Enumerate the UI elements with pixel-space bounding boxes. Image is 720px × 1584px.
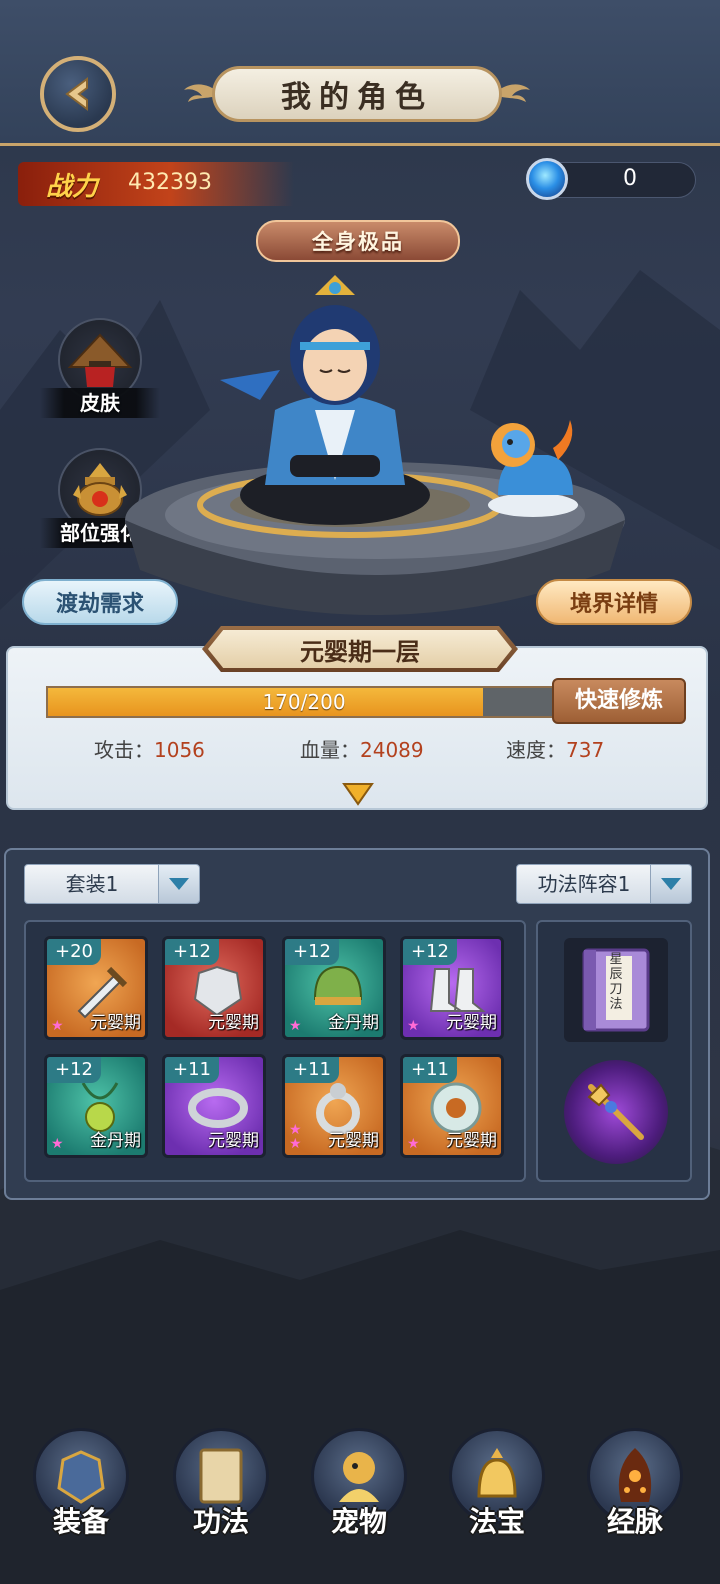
- nav-label: 法宝: [468, 1505, 525, 1538]
- expand-down-icon[interactable]: [342, 782, 374, 806]
- star-icon: ★: [51, 1136, 64, 1152]
- stat-speed-label: 速度：: [506, 738, 566, 762]
- tribulation-requirement-button[interactable]: 渡劫需求: [22, 579, 178, 625]
- skin-button[interactable]: 皮肤: [40, 318, 160, 418]
- stat-speed-value: 737: [566, 738, 605, 762]
- nav-item[interactable]: 功法: [166, 1428, 276, 1540]
- equipment-level: +12: [285, 939, 339, 965]
- star-icon: ★: [289, 1018, 302, 1034]
- nav-label: 宠物: [330, 1505, 387, 1538]
- nav-label: 装备: [52, 1505, 109, 1538]
- equipment-realm: 元婴期: [446, 1013, 497, 1033]
- skin-label: 皮肤: [40, 388, 160, 418]
- stat-attack-value: 1056: [154, 738, 205, 762]
- nav-item[interactable]: 宠物: [304, 1428, 414, 1540]
- skill-lineup-select[interactable]: 功法阵容1: [516, 864, 652, 904]
- quality-badge-text: 全身极品: [312, 229, 404, 254]
- star-icon: ★: [407, 1136, 420, 1152]
- set-select[interactable]: 套装1: [24, 864, 160, 904]
- nav-label: 功法: [192, 1505, 249, 1538]
- power-value: 432393: [128, 170, 212, 195]
- equipment-realm: 元婴期: [90, 1013, 141, 1033]
- spirit-orb-icon: [526, 158, 568, 200]
- equipment-slot[interactable]: +11 元婴期: [162, 1054, 266, 1158]
- set-select-dropdown[interactable]: [158, 864, 200, 904]
- equipment-realm: 元婴期: [208, 1131, 259, 1151]
- back-arrow-icon: [65, 77, 88, 111]
- realm-detail-button[interactable]: 境界详情: [536, 579, 692, 625]
- realm-title: 元婴期一层: [208, 630, 512, 668]
- skill-weapon-slot[interactable]: [564, 1060, 668, 1164]
- stat-hp-label: 血量：: [300, 738, 360, 762]
- equipment-realm: 元婴期: [208, 1013, 259, 1033]
- equipment-level: +12: [165, 939, 219, 965]
- equipment-level: +11: [285, 1057, 339, 1083]
- halberd-icon: [587, 1083, 644, 1140]
- stat-speed: 速度：737: [506, 734, 604, 763]
- power-label: 战力: [46, 172, 99, 202]
- equipment-slot[interactable]: +12 元婴期: [162, 936, 266, 1040]
- currency-value: 0: [623, 166, 637, 191]
- skill-lineup-dropdown[interactable]: [650, 864, 692, 904]
- equipment-level: +11: [165, 1057, 219, 1083]
- chevron-down-icon: [661, 878, 681, 890]
- equipment-level: +12: [403, 939, 457, 965]
- skill-book-title: 星辰刀法: [609, 952, 623, 1012]
- qilin-pet: [488, 420, 578, 517]
- stat-attack: 攻击：1056: [94, 734, 205, 763]
- equipment-slot[interactable]: +12 ★ 金丹期: [282, 936, 386, 1040]
- equipment-slot[interactable]: +12 ★ 金丹期: [44, 1054, 148, 1158]
- chevron-down-icon: [169, 878, 189, 890]
- exp-progress-text: 170/200: [262, 690, 346, 714]
- equipment-realm: 金丹期: [328, 1013, 379, 1033]
- equipment-slot[interactable]: +11 ★ 元婴期: [400, 1054, 504, 1158]
- back-button[interactable]: [40, 56, 116, 132]
- stat-hp-value: 24089: [360, 738, 424, 762]
- stat-attack-label: 攻击：: [94, 738, 154, 762]
- equipment-level: +20: [47, 939, 101, 965]
- equipment-realm: 元婴期: [328, 1131, 379, 1151]
- exp-progress-bar: 170/200: [46, 686, 562, 718]
- star-icon: ★: [407, 1018, 420, 1034]
- nav-label: 经脉: [606, 1505, 663, 1538]
- equipment-realm: 金丹期: [90, 1131, 141, 1151]
- quality-badge: 全身极品: [256, 220, 460, 262]
- bamboo-hat-icon: [67, 333, 133, 387]
- nav-item[interactable]: 经脉: [580, 1428, 690, 1540]
- nav-item[interactable]: 装备: [26, 1428, 136, 1540]
- character-figure: [220, 275, 430, 525]
- equipment-level: +12: [47, 1057, 101, 1083]
- stat-hp: 血量：24089: [300, 734, 424, 763]
- star-icon: ★ ★: [289, 1122, 302, 1152]
- star-icon: ★: [51, 1018, 64, 1034]
- equipment-level: +11: [403, 1057, 457, 1083]
- equipment-slot[interactable]: +20 ★ 元婴期: [44, 936, 148, 1040]
- quick-train-button[interactable]: 快速修炼: [552, 678, 686, 724]
- page-title: 我的角色: [281, 80, 433, 115]
- nav-item[interactable]: 法宝: [442, 1428, 552, 1540]
- equipment-slot[interactable]: +12 ★ 元婴期: [400, 936, 504, 1040]
- page-title-plate: 我的角色: [212, 66, 502, 122]
- equipment-realm: 元婴期: [446, 1131, 497, 1151]
- equipment-slot[interactable]: +11 ★ ★ 元婴期: [282, 1054, 386, 1158]
